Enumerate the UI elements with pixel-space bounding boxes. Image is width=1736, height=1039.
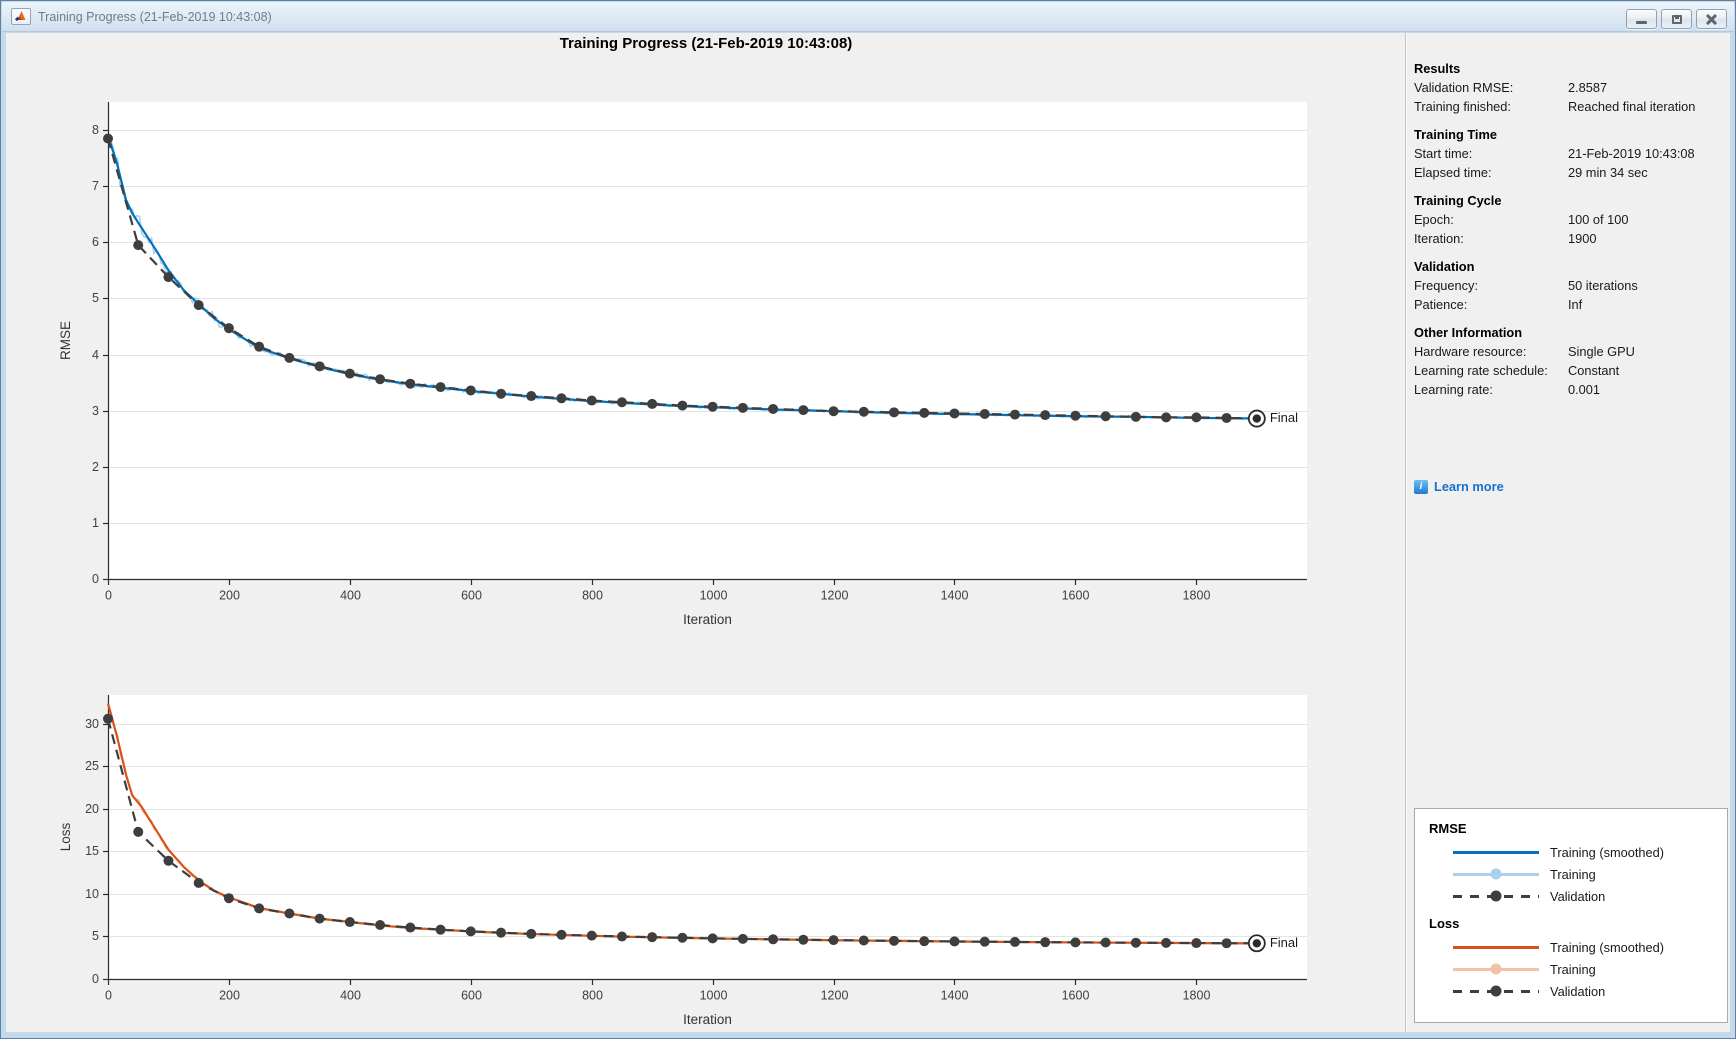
- info-label: Learning rate:: [1414, 382, 1493, 397]
- legend-item: Training (smoothed): [1429, 936, 1713, 958]
- training-cycle-section: Training Cycle Epoch: 100 of 100 Iteratio…: [1414, 191, 1726, 248]
- info-value: 21-Feb-2019 10:43:08: [1568, 146, 1695, 161]
- info-value: Inf: [1568, 297, 1583, 312]
- info-icon: i: [1414, 479, 1428, 494]
- dash-dot-sample: [1453, 890, 1539, 902]
- info-label: Validation RMSE:: [1414, 80, 1514, 95]
- info-value: Reached final iteration: [1568, 99, 1696, 114]
- info-value: 100 of 100: [1568, 212, 1629, 227]
- section-title: Validation: [1414, 259, 1475, 274]
- info-value: 2.8587: [1568, 80, 1608, 95]
- panel-divider: [1405, 33, 1406, 1032]
- line-dot-sample: [1453, 868, 1539, 880]
- solid-line-sample: [1453, 846, 1539, 858]
- info-value: Constant: [1568, 363, 1620, 378]
- info-value: 50 iterations: [1568, 278, 1638, 293]
- window-controls: [1626, 9, 1727, 29]
- legend-item: Training: [1429, 863, 1713, 885]
- restore-button[interactable]: [1661, 9, 1692, 29]
- legend-item-label: Training (smoothed): [1550, 844, 1665, 860]
- legend-item-label: Validation: [1550, 888, 1606, 904]
- info-label: Epoch:: [1414, 212, 1454, 227]
- restore-icon: [1671, 14, 1682, 24]
- info-value: 0.001: [1568, 382, 1601, 397]
- info-label: Start time:: [1414, 146, 1473, 161]
- section-title: Results: [1414, 61, 1461, 76]
- section-title: Training Time: [1414, 127, 1497, 142]
- info-label: Training finished:: [1414, 99, 1511, 114]
- learn-more-label: Learn more: [1434, 479, 1504, 494]
- training-info-panel: Results Validation RMSE: 2.8587 Training …: [1414, 59, 1726, 408]
- info-label: Hardware resource:: [1414, 344, 1527, 359]
- info-label: Elapsed time:: [1414, 165, 1492, 180]
- window-title: Training Progress (21-Feb-2019 10:43:08): [38, 9, 272, 24]
- dash-dot-sample: [1453, 985, 1539, 997]
- info-value: 1900: [1568, 231, 1597, 246]
- info-value: 29 min 34 sec: [1568, 165, 1648, 180]
- info-label: Frequency:: [1414, 278, 1479, 293]
- figure-title: Training Progress (21-Feb-2019 10:43:08): [559, 35, 853, 52]
- legend-item: Training (smoothed): [1429, 841, 1713, 863]
- training-progress-window: Training Progress (21-Feb-2019 10:43:08)…: [0, 0, 1736, 1039]
- rmse-chart: [42, 57, 1342, 632]
- validation-section: Validation Frequency: 50 iterations Patie…: [1414, 257, 1726, 314]
- solid-line-sample: [1453, 941, 1539, 953]
- legend-item-label: Training: [1550, 866, 1596, 882]
- line-dot-sample: [1453, 963, 1539, 975]
- info-label: Iteration:: [1414, 231, 1464, 246]
- figure-area: Training Progress (21-Feb-2019 10:43:08)…: [6, 33, 1730, 1035]
- legend-item-label: Training: [1550, 961, 1596, 977]
- close-button[interactable]: [1696, 9, 1727, 29]
- info-label: Learning rate schedule:: [1414, 363, 1548, 378]
- matlab-icon: [11, 8, 31, 25]
- legend-item: Validation: [1429, 885, 1713, 907]
- legend-group-title-loss: Loss: [1429, 916, 1460, 931]
- results-section: Results Validation RMSE: 2.8587 Training …: [1414, 59, 1726, 116]
- legend-group-title-rmse: RMSE: [1429, 821, 1467, 836]
- loss-chart: [42, 650, 1342, 1035]
- close-icon: [1706, 14, 1717, 25]
- learn-more-link[interactable]: i Learn more: [1414, 479, 1504, 494]
- minimize-icon: [1636, 20, 1647, 24]
- window-titlebar[interactable]: Training Progress (21-Feb-2019 10:43:08): [2, 2, 1734, 32]
- legend: RMSE Training (smoothed) Training Valida…: [1414, 808, 1728, 1023]
- section-title: Training Cycle: [1414, 193, 1502, 208]
- section-title: Other Information: [1414, 325, 1523, 340]
- legend-item-label: Validation: [1550, 983, 1606, 999]
- info-value: Single GPU: [1568, 344, 1635, 359]
- legend-item: Training: [1429, 958, 1713, 980]
- minimize-button[interactable]: [1626, 9, 1657, 29]
- training-time-section: Training Time Start time: 21-Feb-2019 10:…: [1414, 125, 1726, 182]
- legend-item: Validation: [1429, 980, 1713, 1002]
- legend-item-label: Training (smoothed): [1550, 939, 1665, 955]
- info-label: Patience:: [1414, 297, 1468, 312]
- other-information-section: Other Information Hardware resource: Sing…: [1414, 323, 1726, 399]
